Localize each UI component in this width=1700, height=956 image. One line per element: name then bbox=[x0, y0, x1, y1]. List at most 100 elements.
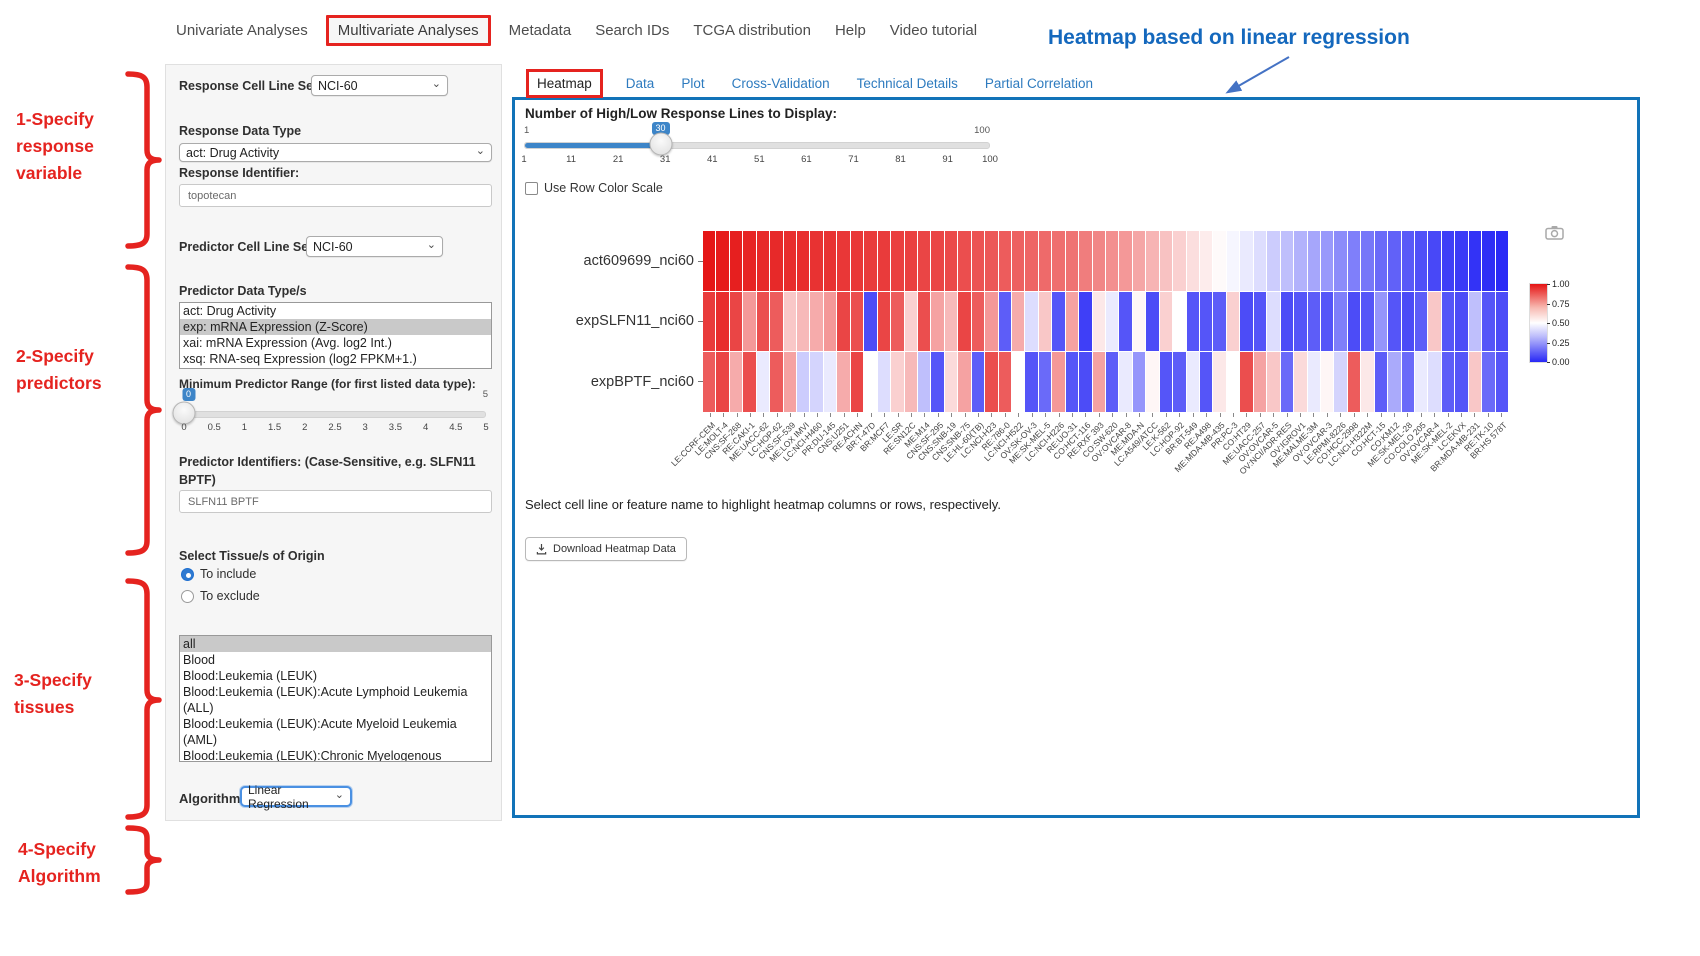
heatmap-cell bbox=[1254, 292, 1266, 352]
heatmap-cell bbox=[1415, 352, 1427, 412]
tab-technical-details[interactable]: Technical Details bbox=[857, 76, 958, 91]
min-predictor-range-slider[interactable]: 0 5 00.511.522.533.544.55 bbox=[184, 391, 486, 437]
listbox-option[interactable]: Blood:Leukemia (LEUK):Acute Lymphoid Leu… bbox=[180, 684, 491, 716]
axis-tick bbox=[857, 413, 858, 417]
slider-tick-labels: 00.511.522.533.544.55 bbox=[184, 422, 486, 434]
listbox-option[interactable]: Blood:Leukemia (LEUK):Acute Myeloid Leuk… bbox=[180, 716, 491, 748]
tissue-exclude-radio[interactable]: To exclude bbox=[181, 589, 260, 603]
camera-icon[interactable] bbox=[1545, 225, 1564, 245]
heatmap-cell bbox=[1213, 231, 1225, 291]
axis-tick bbox=[817, 413, 818, 417]
slider-tick: 2.5 bbox=[328, 422, 341, 433]
listbox-option[interactable]: xsq: RNA-seq Expression (log2 FPKM+1.) bbox=[180, 351, 491, 367]
listbox-option[interactable]: act: Drug Activity bbox=[180, 303, 491, 319]
heatmap-axis-ticks bbox=[703, 413, 1508, 418]
heatmap-cell bbox=[743, 292, 755, 352]
tab-partial-correlation[interactable]: Partial Correlation bbox=[985, 76, 1093, 91]
response-lines-slider[interactable]: 1 100 30 1112131415161718191100 bbox=[524, 122, 990, 170]
nav-item-video-tutorial[interactable]: Video tutorial bbox=[890, 22, 977, 39]
heatmap-cell bbox=[1361, 352, 1373, 412]
predictor-data-types-listbox[interactable]: act: Drug Activityexp: mRNA Expression (… bbox=[179, 302, 492, 369]
heatmap-cell bbox=[1442, 352, 1454, 412]
tissue-listbox[interactable]: allBloodBlood:Leukemia (LEUK)Blood:Leuke… bbox=[179, 635, 492, 762]
axis-tick bbox=[951, 413, 952, 417]
listbox-option[interactable]: xai: mRNA Expression (Avg. log2 Int.) bbox=[180, 335, 491, 351]
response-data-type-select[interactable]: act: Drug Activity⌄ bbox=[179, 143, 492, 162]
heatmap-callout-text: Heatmap based on linear regression bbox=[1048, 26, 1410, 50]
heatmap-cell bbox=[851, 292, 863, 352]
nav-item-help[interactable]: Help bbox=[835, 22, 866, 39]
tab-plot[interactable]: Plot bbox=[681, 76, 704, 91]
axis-tick bbox=[710, 413, 711, 417]
tab-heatmap[interactable]: Heatmap bbox=[526, 69, 603, 98]
heatmap-cell bbox=[999, 292, 1011, 352]
listbox-option[interactable]: Blood:Leukemia (LEUK) bbox=[180, 668, 491, 684]
heatmap-cell bbox=[1321, 292, 1333, 352]
response-identifier-input[interactable]: topotecan bbox=[179, 184, 492, 207]
lines-slider-label: Number of High/Low Response Lines to Dis… bbox=[525, 106, 837, 121]
heatmap-row-label[interactable]: act609699_nci60 bbox=[584, 231, 703, 291]
heatmap-cell bbox=[1482, 352, 1494, 412]
response-cell-line-set-select[interactable]: NCI-60⌄ bbox=[311, 75, 448, 96]
heatmap-cell bbox=[1052, 292, 1064, 352]
heatmap-cell bbox=[1039, 292, 1051, 352]
axis-tick bbox=[1474, 413, 1475, 417]
heatmap-cell bbox=[1482, 231, 1494, 291]
axis-tick bbox=[1367, 413, 1368, 417]
chevron-down-icon: ⌄ bbox=[476, 146, 485, 157]
tab-cross-validation[interactable]: Cross-Validation bbox=[732, 76, 830, 91]
radio-selected-icon bbox=[181, 568, 194, 581]
download-heatmap-data-button[interactable]: Download Heatmap Data bbox=[525, 537, 687, 561]
algorithm-select[interactable]: Linear Regression⌄ bbox=[240, 786, 352, 807]
tab-data[interactable]: Data bbox=[626, 76, 655, 91]
heatmap-cell bbox=[1066, 292, 1078, 352]
row-color-scale-label: Use Row Color Scale bbox=[544, 181, 663, 195]
heatmap-cell bbox=[797, 352, 809, 412]
listbox-option[interactable]: Blood:Leukemia (LEUK):Chronic Myelogenou… bbox=[180, 748, 491, 762]
heatmap-cell bbox=[730, 352, 742, 412]
heatmap-cell bbox=[703, 352, 715, 412]
slider-tick: 21 bbox=[613, 154, 624, 165]
predictor-cell-line-set-select[interactable]: NCI-60⌄ bbox=[306, 236, 443, 257]
row-color-scale-checkbox[interactable]: Use Row Color Scale bbox=[525, 181, 663, 195]
heatmap-cell bbox=[810, 292, 822, 352]
slider-handle[interactable] bbox=[649, 133, 672, 156]
heatmap-cell bbox=[1133, 352, 1145, 412]
axis-tick bbox=[991, 413, 992, 417]
heatmap-cell bbox=[985, 292, 997, 352]
heatmap-row-label[interactable]: expBPTF_nci60 bbox=[591, 352, 703, 412]
axis-tick bbox=[1340, 413, 1341, 417]
tissue-include-radio[interactable]: To include bbox=[181, 567, 256, 581]
heatmap-cell bbox=[1066, 352, 1078, 412]
nav-item-search-ids[interactable]: Search IDs bbox=[595, 22, 669, 39]
heatmap-cell bbox=[905, 292, 917, 352]
axis-tick bbox=[1313, 413, 1314, 417]
heatmap-cell bbox=[1415, 292, 1427, 352]
axis-tick bbox=[1112, 413, 1113, 417]
heatmap-cell bbox=[1308, 292, 1320, 352]
heatmap-cell bbox=[797, 292, 809, 352]
slider-tick: 0.5 bbox=[208, 422, 221, 433]
heatmap-cell bbox=[931, 231, 943, 291]
heatmap-cell bbox=[905, 231, 917, 291]
heatmap-cell bbox=[716, 231, 728, 291]
axis-tick bbox=[1461, 413, 1462, 417]
heatmap-cell bbox=[1388, 352, 1400, 412]
heatmap-row-label[interactable]: expSLFN11_nci60 bbox=[576, 291, 703, 351]
listbox-option[interactable]: all bbox=[180, 636, 491, 652]
tissue-origin-label: Select Tissue/s of Origin bbox=[179, 549, 325, 563]
listbox-option[interactable]: exp: mRNA Expression (Z-Score) bbox=[180, 319, 491, 335]
listbox-option[interactable]: Blood bbox=[180, 652, 491, 668]
heatmap-cell bbox=[1442, 231, 1454, 291]
axis-tick bbox=[871, 413, 872, 417]
nav-item-univariate-analyses[interactable]: Univariate Analyses bbox=[176, 22, 308, 39]
heatmap-cell bbox=[1079, 352, 1091, 412]
nav-item-metadata[interactable]: Metadata bbox=[509, 22, 572, 39]
heatmap-cell bbox=[837, 231, 849, 291]
slider-tick: 2 bbox=[302, 422, 307, 433]
chevron-down-icon: ⌄ bbox=[335, 790, 344, 801]
predictor-identifiers-input[interactable]: SLFN11 BPTF bbox=[179, 490, 492, 513]
nav-item-tcga-distribution[interactable]: TCGA distribution bbox=[693, 22, 811, 39]
checkbox-unchecked-icon bbox=[525, 182, 538, 195]
nav-item-multivariate-analyses[interactable]: Multivariate Analyses bbox=[326, 15, 491, 46]
